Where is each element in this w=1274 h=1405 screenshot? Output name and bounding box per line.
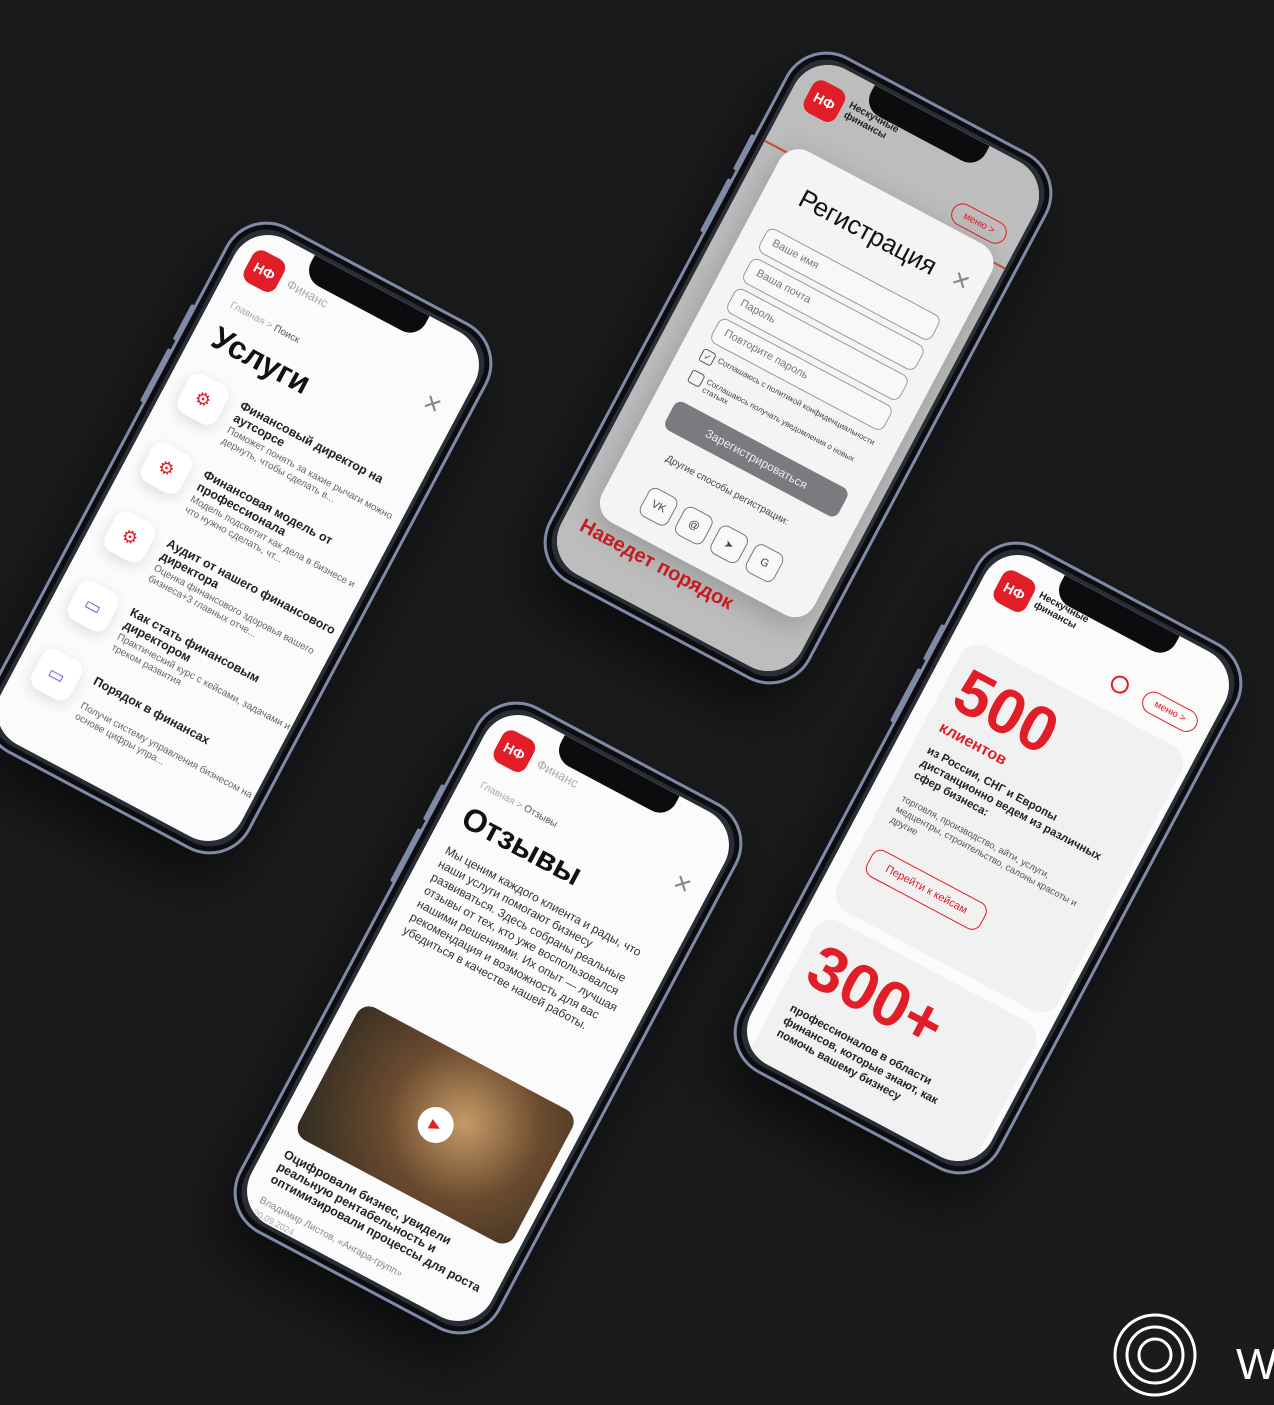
phone-services: НФ Финанс ✕ Главная > Поиск Услуги ⚙ Фин… [0,205,509,871]
breadcrumb-current: Отзывы [521,803,560,831]
menu-button[interactable]: меню > [1137,687,1202,737]
user-gear-icon: ⚙ [173,369,233,430]
brand-logo[interactable]: НФ [240,246,289,296]
close-icon[interactable]: ✕ [668,869,696,901]
watermark-letter: W [1236,1340,1274,1389]
brand-logo[interactable]: НФ [490,726,539,776]
telegram-icon[interactable]: ➤ [707,522,751,566]
user-gear-icon: ⚙ [136,438,197,498]
phone-reviews: НФ Финанс ✕ Главная > Отзывы Отзывы Мы ц… [217,685,759,1351]
breadcrumb-current: Поиск [271,323,302,346]
close-icon[interactable]: ✕ [946,265,975,297]
search-icon[interactable] [1107,672,1133,697]
monitor-icon: ▭ [26,645,87,705]
monitor-icon: ▭ [63,576,123,636]
breadcrumb-home[interactable]: Главная [478,780,517,808]
intro-text: Мы ценим каждого клиента и рады, что наш… [400,843,644,1033]
checkbox-empty-icon [686,368,706,388]
services-screen: НФ Финанс ✕ Главная > Поиск Услуги ⚙ Фин… [0,221,493,855]
mail-icon[interactable]: @ [672,503,716,548]
play-icon[interactable]: ▶ [411,1100,461,1150]
studio-watermark-logo [1110,1310,1200,1400]
breadcrumb-home[interactable]: Главная [228,300,267,328]
check-icon: ✓ [697,347,717,367]
reviews-screen: НФ Финанс ✕ Главная > Отзывы Отзывы Мы ц… [233,701,743,1335]
close-icon[interactable]: ✕ [418,389,446,421]
vk-icon[interactable]: VK [636,485,681,529]
google-icon[interactable]: G [742,541,787,585]
user-gear-icon: ⚙ [100,507,160,567]
